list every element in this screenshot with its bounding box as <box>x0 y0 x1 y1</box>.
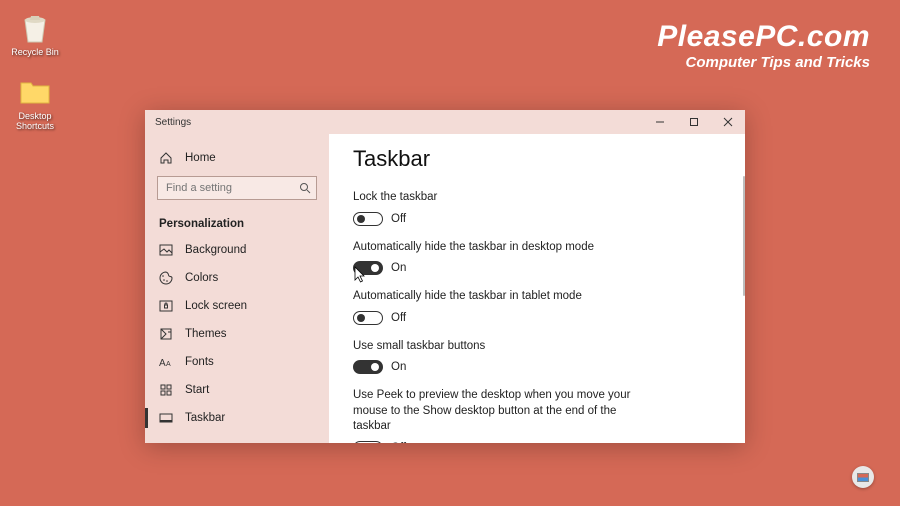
desktop-icon-recycle-bin[interactable]: Recycle Bin <box>10 10 60 58</box>
scrollbar[interactable] <box>743 176 745 296</box>
nav-colors[interactable]: Colors <box>145 264 329 292</box>
fonts-icon: AA <box>159 355 173 369</box>
toggle-state: Off <box>391 213 406 225</box>
nav-label: Fonts <box>185 356 214 368</box>
nav-label: Home <box>185 152 216 164</box>
setting-small-buttons: Use small taskbar buttons On <box>353 339 721 375</box>
lock-screen-icon <box>159 299 173 313</box>
window-controls <box>643 110 745 134</box>
desktop-icon-shortcuts[interactable]: Desktop Shortcuts <box>10 74 60 132</box>
sidebar-section-label: Personalization <box>145 208 329 236</box>
minimize-button[interactable] <box>643 110 677 134</box>
folder-icon <box>17 74 53 110</box>
nav-label: Colors <box>185 272 218 284</box>
recycle-bin-icon <box>17 10 53 46</box>
home-icon <box>159 151 173 165</box>
maximize-button[interactable] <box>677 110 711 134</box>
setting-autohide-desktop: Automatically hide the taskbar in deskto… <box>353 240 721 276</box>
nav-start[interactable]: Start <box>145 376 329 404</box>
page-title: Taskbar <box>353 146 721 172</box>
search-container <box>157 176 317 200</box>
system-tray-icon[interactable] <box>852 466 874 488</box>
toggle-state: On <box>391 361 406 373</box>
taskbar-icon <box>159 411 173 425</box>
toggle-small-buttons[interactable] <box>353 360 383 374</box>
nav-home[interactable]: Home <box>145 144 329 172</box>
content-pane: Taskbar Lock the taskbar Off Automatical… <box>329 134 745 443</box>
setting-label: Automatically hide the taskbar in tablet… <box>353 289 643 305</box>
setting-lock-taskbar: Lock the taskbar Off <box>353 190 721 226</box>
close-button[interactable] <box>711 110 745 134</box>
settings-window: Settings Home Personalization Background <box>145 110 745 443</box>
themes-icon <box>159 327 173 341</box>
setting-autohide-tablet: Automatically hide the taskbar in tablet… <box>353 289 721 325</box>
nav-label: Background <box>185 244 246 256</box>
image-icon <box>159 243 173 257</box>
setting-label: Use small taskbar buttons <box>353 339 643 355</box>
svg-text:A: A <box>166 361 171 368</box>
nav-label: Themes <box>185 328 227 340</box>
brand-title: PleasePC.com <box>657 20 870 54</box>
desktop-icon-label: Desktop Shortcuts <box>10 112 60 132</box>
nav-background[interactable]: Background <box>145 236 329 264</box>
setting-peek: Use Peek to preview the desktop when you… <box>353 388 721 443</box>
window-title: Settings <box>145 117 191 128</box>
search-input[interactable] <box>157 176 317 200</box>
start-icon <box>159 383 173 397</box>
brand-subtitle: Computer Tips and Tricks <box>657 54 870 71</box>
titlebar[interactable]: Settings <box>145 110 745 134</box>
nav-label: Lock screen <box>185 300 247 312</box>
nav-lock-screen[interactable]: Lock screen <box>145 292 329 320</box>
palette-icon <box>159 271 173 285</box>
toggle-state: Off <box>391 312 406 324</box>
toggle-lock-taskbar[interactable] <box>353 212 383 226</box>
nav-label: Start <box>185 384 209 396</box>
sidebar: Home Personalization Background Colors L… <box>145 134 329 443</box>
nav-label: Taskbar <box>185 412 225 424</box>
toggle-autohide-desktop[interactable] <box>353 261 383 275</box>
setting-label: Automatically hide the taskbar in deskto… <box>353 240 643 256</box>
desktop-icon-label: Recycle Bin <box>10 48 60 58</box>
nav-themes[interactable]: Themes <box>145 320 329 348</box>
nav-fonts[interactable]: AA Fonts <box>145 348 329 376</box>
toggle-state: Off <box>391 442 406 443</box>
search-icon <box>299 182 311 194</box>
setting-label: Lock the taskbar <box>353 190 643 206</box>
toggle-autohide-tablet[interactable] <box>353 311 383 325</box>
svg-text:A: A <box>159 358 166 369</box>
toggle-peek[interactable] <box>353 441 383 443</box>
setting-label: Use Peek to preview the desktop when you… <box>353 388 643 435</box>
brand-overlay: PleasePC.com Computer Tips and Tricks <box>657 20 870 71</box>
toggle-state: On <box>391 262 406 274</box>
nav-taskbar[interactable]: Taskbar <box>145 404 329 432</box>
